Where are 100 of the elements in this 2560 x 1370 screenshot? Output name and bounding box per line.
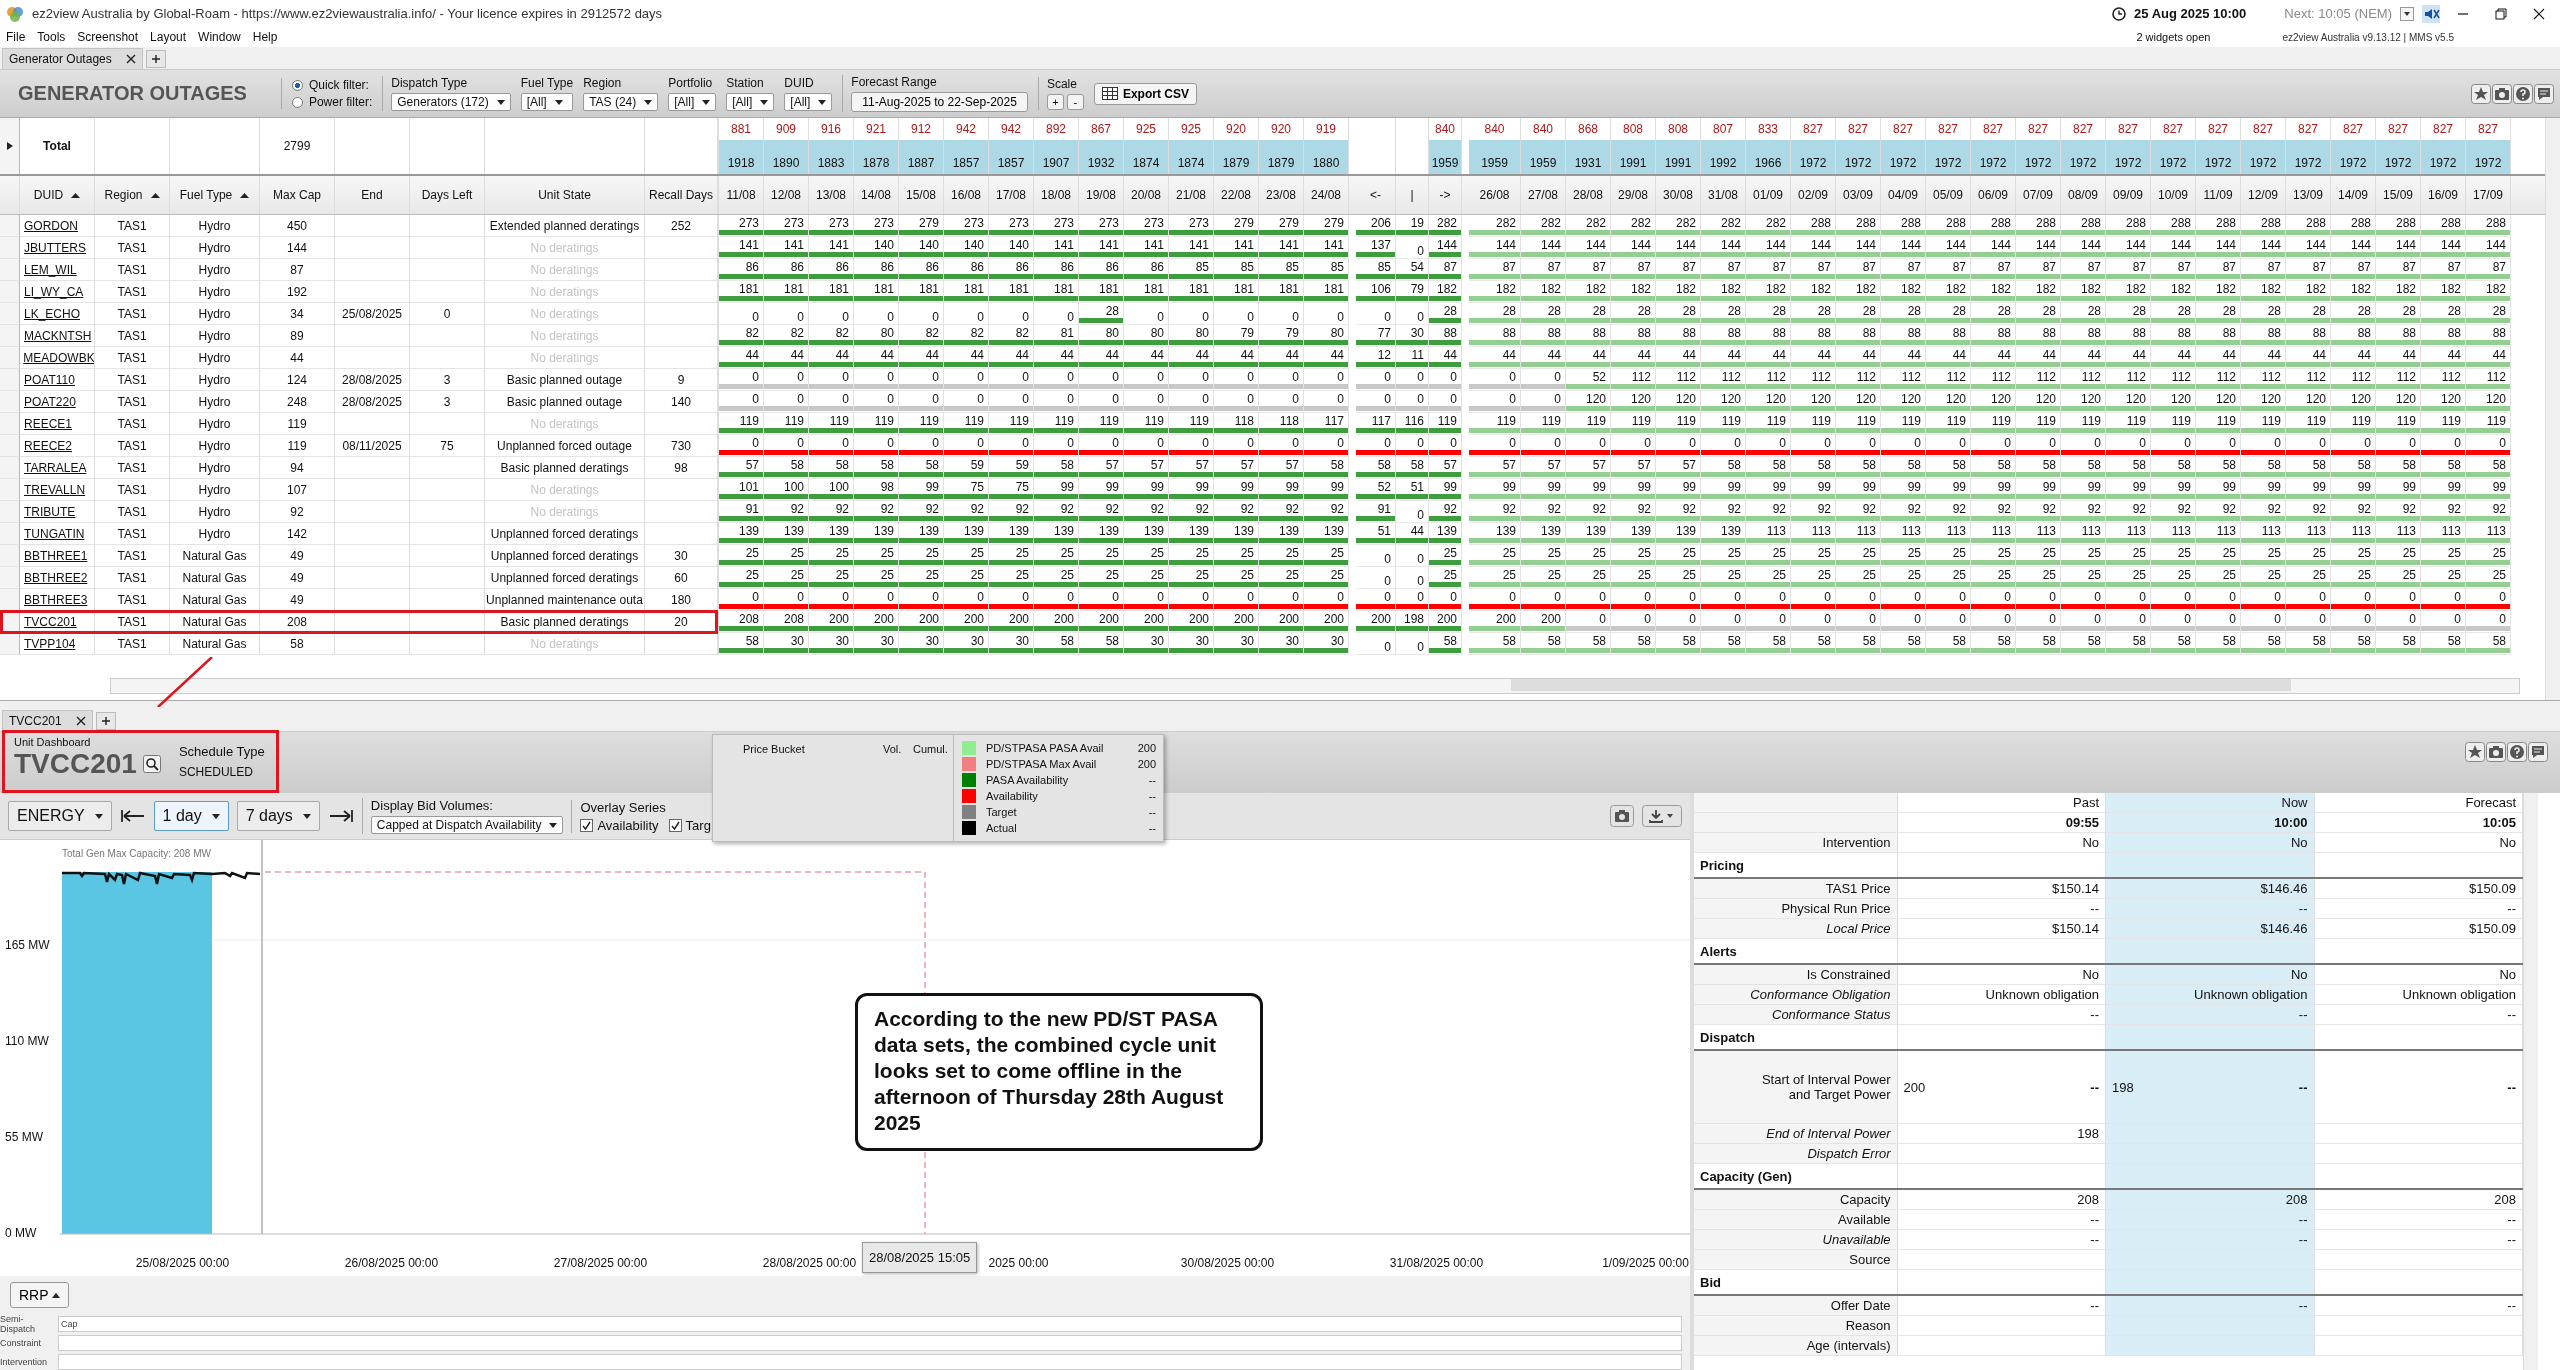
rrp-button[interactable]: RRP xyxy=(10,1282,69,1308)
column-header[interactable]: 07/09 xyxy=(2016,176,2061,214)
column-header[interactable]: End xyxy=(335,176,410,214)
duid-link[interactable]: POAT220 xyxy=(20,394,94,409)
duid-link[interactable]: TARRALEA xyxy=(20,460,94,475)
bid-volumes-dropdown[interactable]: Capped at Dispatch Availability xyxy=(370,816,564,834)
column-header[interactable]: 21/08 xyxy=(1169,176,1214,214)
column-header[interactable]: 10/09 xyxy=(2151,176,2196,214)
duid-link[interactable]: GORDON xyxy=(20,218,94,233)
column-header[interactable]: 17/08 xyxy=(989,176,1034,214)
column-header[interactable]: 06/09 xyxy=(1971,176,2016,214)
comment-icon[interactable] xyxy=(2528,742,2548,762)
duid-link[interactable]: REECE2 xyxy=(20,438,94,453)
column-header[interactable]: 27/08 xyxy=(1521,176,1566,214)
radio-button[interactable] xyxy=(291,79,303,91)
column-header[interactable]: Fuel Type xyxy=(170,176,260,214)
camera-icon[interactable] xyxy=(2486,742,2506,762)
row-header-cell[interactable] xyxy=(0,413,20,435)
step-dropdown[interactable]: 1 day xyxy=(153,801,229,831)
tab[interactable]: Generator Outages xyxy=(2,48,143,69)
help-icon[interactable] xyxy=(2513,83,2533,104)
column-header[interactable]: 31/08 xyxy=(1701,176,1746,214)
duid-link[interactable]: LK_ECHO xyxy=(20,306,94,321)
filter-dropdown[interactable]: [All] xyxy=(784,93,833,111)
column-header[interactable]: Days Left xyxy=(410,176,485,214)
duid-link[interactable]: BBTHREE1 xyxy=(20,548,94,563)
duid-link[interactable]: REECE1 xyxy=(20,416,94,431)
row-header-cell[interactable] xyxy=(0,523,20,545)
column-header[interactable]: 13/08 xyxy=(809,176,854,214)
scale-button[interactable]: + xyxy=(1046,94,1064,110)
vertical-scrollbar[interactable] xyxy=(2523,793,2538,1370)
row-header-cell[interactable] xyxy=(0,457,20,479)
vertical-scrollbar[interactable] xyxy=(2545,118,2560,700)
download-icon[interactable] xyxy=(1642,805,1682,827)
clock-icon[interactable] xyxy=(2112,6,2127,21)
row-header-cell[interactable] xyxy=(0,325,20,347)
column-header[interactable]: 11/08 xyxy=(719,176,764,214)
column-header[interactable]: 19/08 xyxy=(1079,176,1124,214)
camera-icon[interactable] xyxy=(1610,805,1634,827)
duid-link[interactable]: LI_WY_CA xyxy=(20,284,94,299)
column-header[interactable]: 15/09 xyxy=(2376,176,2421,214)
row-header-cell[interactable] xyxy=(0,545,20,567)
column-header[interactable]: 12/09 xyxy=(2241,176,2286,214)
column-header[interactable]: 23/08 xyxy=(1259,176,1304,214)
row-header-cell[interactable] xyxy=(0,501,20,523)
add-tab-icon[interactable] xyxy=(145,50,166,68)
filter-dropdown[interactable]: TAS (24) xyxy=(583,93,659,111)
column-header[interactable]: 01/09 xyxy=(1746,176,1791,214)
close-icon[interactable] xyxy=(125,54,136,64)
column-header[interactable]: Unit State xyxy=(485,176,645,214)
column-header[interactable]: 16/09 xyxy=(2421,176,2466,214)
row-header-cell[interactable] xyxy=(0,391,20,413)
search-icon[interactable] xyxy=(142,755,161,773)
column-header[interactable]: 17/09 xyxy=(2466,176,2511,214)
column-header[interactable]: 11/09 xyxy=(2196,176,2241,214)
duid-link[interactable]: TUNGATIN xyxy=(20,526,94,541)
column-header[interactable]: 30/08 xyxy=(1656,176,1701,214)
row-header-cell[interactable] xyxy=(0,215,20,237)
scale-button[interactable]: - xyxy=(1066,94,1084,110)
column-header[interactable]: 16/08 xyxy=(944,176,989,214)
menu-item[interactable]: Help xyxy=(252,30,278,44)
radio-button[interactable] xyxy=(291,96,303,108)
column-header[interactable]: 04/09 xyxy=(1881,176,1926,214)
duid-link[interactable]: POAT110 xyxy=(20,372,94,387)
market-dropdown[interactable]: ENERGY xyxy=(8,801,112,831)
column-header[interactable]: 18/08 xyxy=(1034,176,1079,214)
add-tab-icon[interactable] xyxy=(95,712,116,730)
filter-dropdown[interactable]: [All] xyxy=(668,93,717,111)
column-header[interactable]: 15/08 xyxy=(899,176,944,214)
column-header[interactable]: | xyxy=(1396,176,1429,214)
checkbox[interactable] xyxy=(668,818,682,832)
menu-item[interactable]: Screenshot xyxy=(77,30,139,44)
menu-item[interactable]: Layout xyxy=(150,30,187,44)
duid-link[interactable]: TVPP104 xyxy=(20,636,94,651)
menu-item[interactable]: Window xyxy=(198,30,241,44)
column-header[interactable]: 03/09 xyxy=(1836,176,1881,214)
horizontal-scrollbar[interactable] xyxy=(110,678,2520,694)
duid-link[interactable]: BBTHREE2 xyxy=(20,570,94,585)
column-header[interactable]: Max Cap xyxy=(260,176,335,214)
close-icon[interactable] xyxy=(75,716,86,726)
row-header-cell[interactable] xyxy=(0,633,20,655)
column-header[interactable]: 08/09 xyxy=(2061,176,2106,214)
column-header[interactable]: 22/08 xyxy=(1214,176,1259,214)
column-header[interactable]: 09/09 xyxy=(2106,176,2151,214)
camera-icon[interactable] xyxy=(2492,83,2512,104)
filter-dropdown[interactable]: [All] xyxy=(726,93,775,111)
row-header-cell[interactable] xyxy=(0,435,20,457)
row-header-cell[interactable] xyxy=(0,567,20,589)
forecast-range-button[interactable]: 11-Aug-2025 to 22-Sep-2025 xyxy=(851,92,1028,112)
speaker-mute-icon[interactable] xyxy=(2422,4,2440,23)
column-header[interactable]: 05/09 xyxy=(1926,176,1971,214)
duid-link[interactable]: TVCC201 xyxy=(20,614,94,629)
tab[interactable]: TVCC201 xyxy=(2,710,93,731)
row-header-cell[interactable] xyxy=(0,369,20,391)
menu-item[interactable]: File xyxy=(6,30,26,44)
column-header[interactable]: Region xyxy=(95,176,170,214)
comment-icon[interactable] xyxy=(2534,83,2554,104)
column-header[interactable]: 24/08 xyxy=(1304,176,1349,214)
duid-link[interactable]: MACKNTSH xyxy=(20,328,94,343)
filter-dropdown[interactable]: [All] xyxy=(520,93,574,111)
